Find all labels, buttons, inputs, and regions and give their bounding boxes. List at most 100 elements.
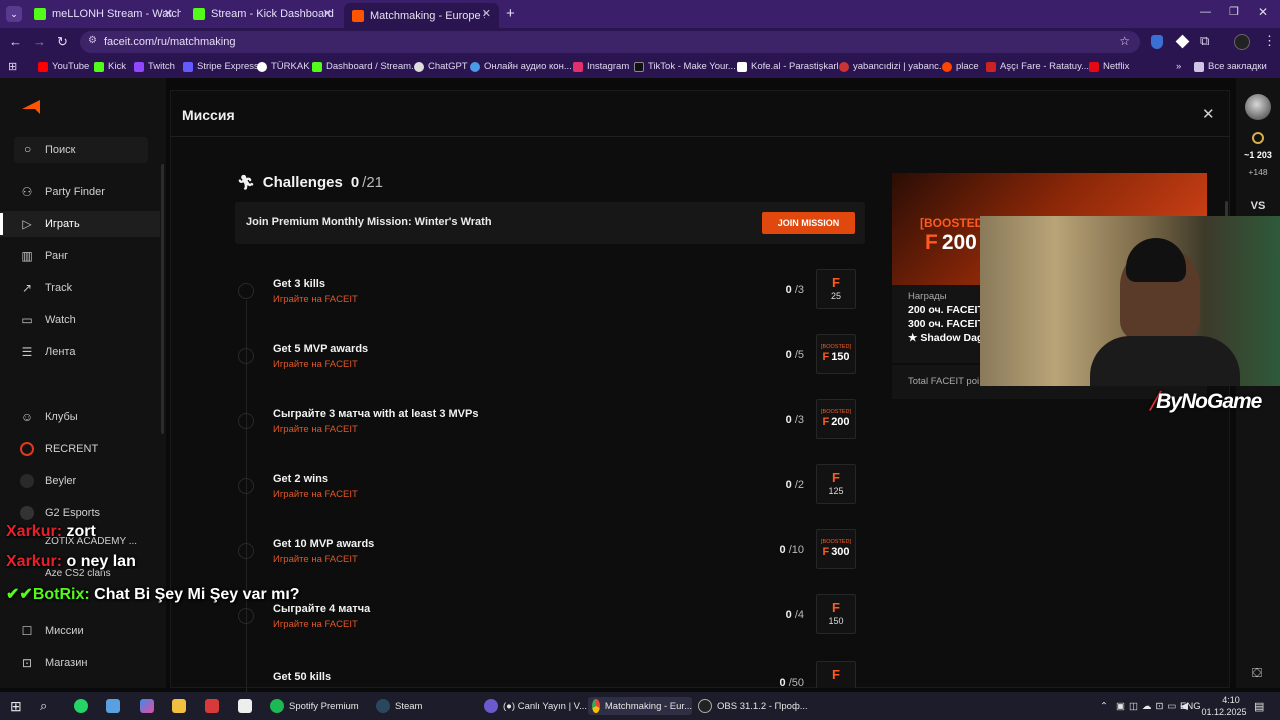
bookmark-ratatuy[interactable]: Aşçı Fare - Ratatuy...	[986, 61, 1089, 72]
bookmark-tiktok[interactable]: TikTok - Make Your...	[634, 61, 736, 72]
mission-row[interactable]: Get 2 wins Играйте на FACEIT 0 /2 F 125	[171, 456, 891, 521]
nav-clubs[interactable]: ☺ Клубы	[0, 404, 160, 430]
search-icon[interactable]: ⌕	[40, 697, 47, 715]
chevron-right-icon[interactable]: »	[1176, 61, 1181, 72]
bookmark-kofe[interactable]: Kofe.al - Parastişkarl...	[737, 61, 847, 72]
minimize-icon[interactable]: —	[1200, 6, 1211, 18]
app-icon[interactable]	[205, 697, 224, 715]
nav-shop[interactable]: ⊡ Магазин	[0, 650, 160, 676]
club-recrent[interactable]: RECRENT	[0, 436, 160, 462]
menu-icon[interactable]: ⋮	[1263, 33, 1276, 49]
tab-kick-dashboard[interactable]: Stream - Kick Dashboard ✕	[185, 3, 340, 25]
bookmark-instagram[interactable]: Instagram	[573, 61, 629, 72]
nav-track[interactable]: ↗ Track	[0, 275, 160, 301]
copilot-icon[interactable]	[140, 697, 159, 715]
bookmark-twitch[interactable]: Twitch	[134, 61, 175, 72]
app-icon[interactable]	[106, 697, 125, 715]
taskbar-live[interactable]: (●) Canlı Yayın | V...	[484, 697, 587, 715]
bookmark-place[interactable]: place	[942, 61, 979, 72]
whatsapp-icon[interactable]	[74, 697, 93, 715]
clock-date[interactable]: 01.12.2025	[1198, 707, 1250, 717]
site-info-icon[interactable]: ⚙	[88, 35, 97, 46]
chat-message: Xarkur: zort	[6, 523, 96, 540]
mission-row[interactable]: Get 3 kills Играйте на FACEIT 0 /3 F 25	[171, 261, 891, 326]
reward-line: 200 оч. FACEIT	[908, 304, 984, 316]
close-window-icon[interactable]: ✕	[1258, 5, 1268, 19]
bookmark-yabanci[interactable]: yabancıdizi | yabanc...	[839, 61, 947, 72]
browser-tab-bar: ⌄ meLLONH Stream - Watch Live ✕ Stream -…	[0, 0, 1280, 28]
bookmark-chatgpt[interactable]: ChatGPT	[414, 61, 468, 72]
bookmark-turkak[interactable]: TÜRKAK	[257, 61, 310, 72]
url-input[interactable]: ⚙ faceit.com/ru/matchmaking ☆	[80, 31, 1140, 53]
tab-search-icon[interactable]: ⌄	[6, 6, 22, 22]
close-icon[interactable]: ✕	[164, 7, 173, 20]
faceit-points-icon: F	[822, 546, 830, 558]
bookmarks-bar: ⊞ YouTube Kick Twitch Stripe Express TÜR…	[0, 56, 1280, 78]
extension-icon[interactable]	[1175, 34, 1190, 49]
status-circle-icon	[238, 478, 254, 494]
windows-taskbar: ⊞ ⌕ Spotify Premium Steam (●) Canlı Yayı…	[0, 692, 1280, 720]
mission-row[interactable]: Get 50 kills 0 /50 F	[171, 651, 891, 688]
sidebar-scrollbar[interactable]	[161, 164, 164, 434]
track-icon: ↗	[21, 281, 33, 295]
nav-watch[interactable]: ▭ Watch	[0, 307, 160, 333]
bookmark-kick[interactable]: Kick	[94, 61, 126, 72]
star-icon[interactable]: ☆	[1119, 34, 1130, 48]
nav-missions[interactable]: ☐ Миссии	[0, 618, 160, 644]
faceit-points-icon: F	[832, 470, 840, 485]
restore-icon[interactable]: ❐	[1229, 5, 1239, 18]
profile-avatar[interactable]	[1234, 34, 1250, 50]
bookmark-dashboard[interactable]: Dashboard / Stream...	[312, 61, 419, 72]
club-beyler[interactable]: Beyler	[0, 468, 160, 494]
kick-icon	[34, 8, 46, 20]
tab-kick-stream[interactable]: meLLONH Stream - Watch Live ✕	[26, 3, 181, 25]
taskbar-steam[interactable]: Steam	[376, 697, 422, 715]
streamer-body	[1090, 336, 1240, 386]
modal-header: Миссия ✕	[171, 91, 1229, 137]
bookmark-netflix[interactable]: Netflix	[1089, 61, 1129, 72]
close-icon[interactable]: ✕	[323, 7, 332, 20]
webcam-overlay	[980, 216, 1280, 386]
nav-play[interactable]: ▷ Играть	[0, 211, 160, 237]
mission-row[interactable]: Get 10 MVP awards Играйте на FACEIT 0 /1…	[171, 521, 891, 586]
notification-icon[interactable]: ▤	[1254, 697, 1264, 715]
taskbar-obs[interactable]: OBS 31.1.2 - Проф...	[698, 697, 808, 715]
total-points-label: Total FACEIT poi	[908, 376, 980, 387]
taskbar-chrome[interactable]: Matchmaking - Eur...	[588, 697, 692, 715]
tab-faceit-matchmaking[interactable]: Matchmaking - Europe 5v5 Qu ✕	[344, 3, 499, 28]
search-input[interactable]: ○ Поиск	[14, 137, 148, 163]
mission-row[interactable]: Get 5 MVP awards Играйте на FACEIT 0 /5 …	[171, 326, 891, 391]
clock-time[interactable]: 4:10	[1212, 695, 1250, 705]
nav-rank[interactable]: ▥ Ранг	[0, 243, 160, 269]
mission-row[interactable]: Сыграйте 3 матча with at least 3 MVPs Иг…	[171, 391, 891, 456]
store-icon[interactable]	[172, 697, 191, 715]
back-icon[interactable]: ←	[9, 34, 22, 49]
apps-icon[interactable]: ⊞	[8, 60, 17, 73]
windows-start-icon[interactable]: ⊞	[10, 697, 22, 715]
new-tab-icon[interactable]: +	[506, 5, 515, 22]
forward-icon[interactable]: →	[33, 34, 46, 49]
mission-title: Get 3 kills	[273, 278, 325, 290]
bookmark-youtube[interactable]: YouTube	[38, 61, 89, 72]
close-icon[interactable]: ✕	[1202, 105, 1215, 123]
nav-party-finder[interactable]: ⚇ Party Finder	[0, 179, 160, 205]
bookmark-all[interactable]: Все закладки	[1194, 61, 1267, 72]
app-icon[interactable]	[238, 697, 257, 715]
bookmark-audio[interactable]: Онлайн аудио кон...	[470, 61, 572, 72]
puzzle-icon[interactable]: ⧉	[1200, 33, 1209, 49]
nav-feed[interactable]: ☰ Лента	[0, 339, 160, 365]
join-mission-button[interactable]: JOIN MISSION	[762, 212, 855, 234]
bookmark-stripe[interactable]: Stripe Express	[183, 61, 259, 72]
faceit-logo-icon[interactable]	[22, 100, 40, 114]
reload-icon[interactable]: ↻	[57, 34, 68, 50]
status-circle-icon	[238, 608, 254, 624]
mission-title: Get 5 MVP awards	[273, 343, 369, 355]
avatar[interactable]	[1245, 94, 1271, 120]
close-icon[interactable]: ✕	[482, 7, 491, 20]
taskbar-spotify[interactable]: Spotify Premium	[270, 697, 359, 715]
mission-subtitle: Играйте на FACEIT	[273, 424, 358, 435]
vs-label[interactable]: VS	[1236, 200, 1280, 212]
chat-icon[interactable]: ⛋	[1252, 665, 1262, 681]
tray-chevron-icon[interactable]: ⌃	[1100, 697, 1108, 715]
shield-extension-icon[interactable]	[1151, 35, 1163, 49]
